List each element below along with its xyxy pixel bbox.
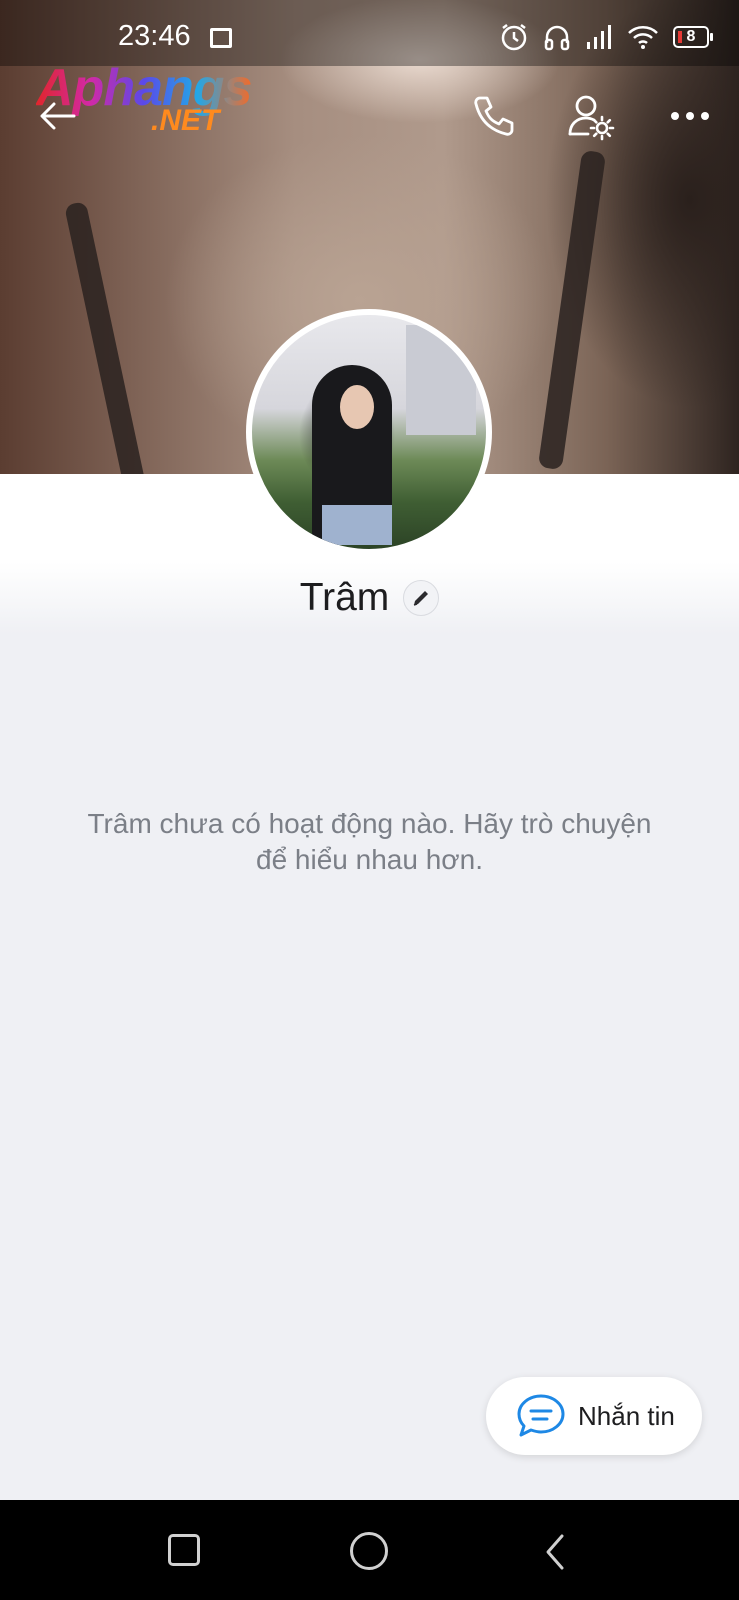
avatar-detail [340, 385, 374, 429]
message-button[interactable]: Nhắn tin [486, 1377, 702, 1455]
edit-name-button[interactable] [403, 580, 440, 616]
back-button[interactable] [34, 92, 82, 140]
home-icon[interactable] [350, 1532, 388, 1570]
avatar[interactable] [246, 309, 492, 555]
user-settings-button[interactable] [566, 92, 618, 144]
back-icon[interactable] [540, 1532, 570, 1572]
empty-activity-message: Trâm chưa có hoạt động nào. Hãy trò chuy… [87, 808, 652, 875]
user-settings-icon [568, 95, 615, 141]
battery-icon: 8 [673, 26, 713, 48]
watermark-sub: .NET [151, 104, 220, 137]
avatar-detail [406, 325, 476, 435]
status-time: 23:46 [118, 20, 191, 52]
status-icons: 8 [499, 22, 713, 52]
chat-bubble-icon [517, 1394, 565, 1437]
wifi-icon [627, 24, 659, 50]
more-dots-icon [671, 112, 709, 120]
profile-name: Trâm [299, 576, 390, 619]
gallery-icon [210, 28, 232, 48]
message-button-label: Nhắn tin [578, 1400, 675, 1431]
recent-apps-icon[interactable] [168, 1534, 200, 1566]
alarm-icon [499, 22, 529, 52]
cover-detail [537, 149, 607, 471]
signal-icon [585, 24, 613, 50]
more-options-button[interactable] [668, 100, 712, 132]
headphones-icon [543, 23, 571, 51]
call-button[interactable] [470, 92, 518, 140]
phone-icon [474, 96, 514, 136]
profile-name-row: Trâm [0, 573, 739, 623]
pencil-icon [414, 591, 429, 606]
cover-detail [64, 200, 148, 474]
avatar-detail [322, 505, 392, 545]
status-bar: 23:46 8 [0, 0, 739, 66]
back-arrow-icon [40, 102, 76, 130]
navigation-bar [0, 1500, 739, 1600]
